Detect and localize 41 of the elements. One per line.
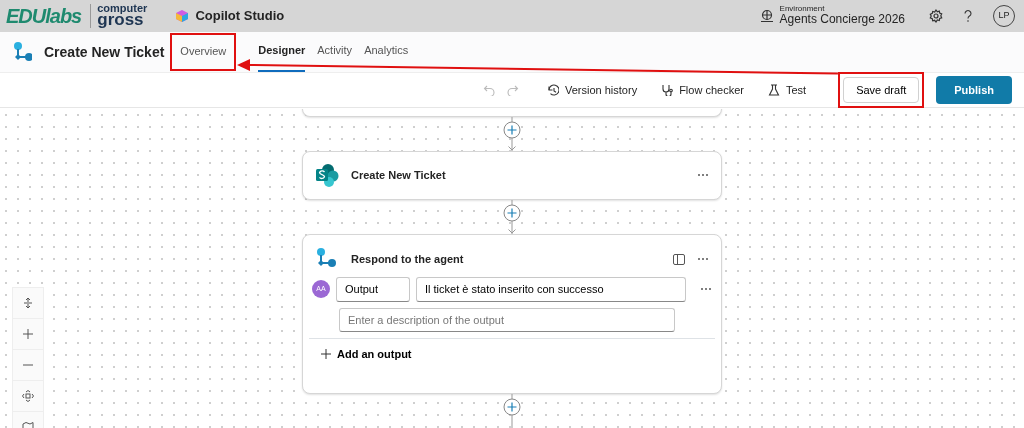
environment-label: Environment <box>779 5 826 14</box>
value-field[interactable]: Il ticket è stato inserito con successo <box>416 277 686 302</box>
history-icon <box>547 84 559 96</box>
environment-name[interactable]: Agents Concierge 2026 <box>779 13 905 27</box>
more-icon[interactable] <box>697 257 709 262</box>
tab[interactable]: Activity <box>317 31 353 73</box>
toolbar-button[interactable]: Version history <box>541 80 644 100</box>
plus-icon <box>321 349 331 360</box>
sharepoint-icon <box>315 163 339 188</box>
logo-text: EDUlabs <box>6 4 82 29</box>
add-step-icon[interactable] <box>502 116 522 151</box>
step-title: Respond to the agent <box>351 251 465 267</box>
save-draft-button[interactable]: Save draft <box>843 76 920 104</box>
settings-icon[interactable] <box>929 9 943 23</box>
add-output-button[interactable]: Add an output <box>315 345 418 364</box>
publish-button[interactable]: Publish <box>936 75 1012 105</box>
description-field[interactable]: Enter a description of the output <box>339 307 675 333</box>
add-step-icon[interactable] <box>502 200 522 235</box>
toolbar-button[interactable]: Flow checker <box>655 80 750 100</box>
tab[interactable]: Overview <box>180 34 227 70</box>
more-icon[interactable] <box>700 287 712 292</box>
zoom-in-icon[interactable] <box>22 328 34 340</box>
panel-icon[interactable] <box>673 253 685 265</box>
app-name: Copilot Studio <box>195 7 285 26</box>
help-icon[interactable] <box>963 9 973 23</box>
test-icon <box>767 84 780 96</box>
toolbar-button[interactable]: Test <box>761 80 813 100</box>
logo-text: gross <box>97 13 144 28</box>
flow-icon <box>12 41 32 63</box>
environment-icon <box>759 9 774 23</box>
step-title: Create New Ticket <box>351 168 447 184</box>
app-logo-icon <box>175 9 190 23</box>
add-step-icon[interactable] <box>502 394 522 428</box>
recenter-icon[interactable] <box>22 390 34 402</box>
page-title: Create New Ticket <box>44 42 165 62</box>
checker-icon <box>661 84 674 96</box>
tab[interactable]: Analytics <box>364 31 409 73</box>
fit-icon[interactable] <box>22 297 34 309</box>
name-field[interactable]: Output <box>336 277 410 302</box>
logo-text: computer <box>97 4 148 14</box>
more-icon[interactable] <box>697 173 709 178</box>
